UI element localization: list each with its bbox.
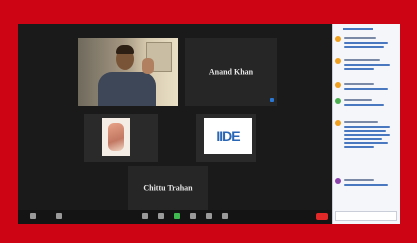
avatar <box>335 58 341 64</box>
logo-card: IIDE <box>204 118 252 154</box>
message-text <box>344 68 374 70</box>
avatar <box>335 178 341 184</box>
message-sender <box>344 99 372 101</box>
chat-header <box>335 27 397 33</box>
participant-name: Chittu Trahan <box>143 183 193 193</box>
message-text <box>344 130 386 132</box>
message-text <box>344 142 388 144</box>
avatar <box>335 120 341 126</box>
chat-panel <box>332 24 400 224</box>
chat-message <box>335 120 397 154</box>
message-text <box>344 126 390 128</box>
message-sender <box>344 121 378 123</box>
participant-tile-chittu[interactable]: Chittu Trahan <box>128 166 208 210</box>
message-text <box>344 138 382 140</box>
person-hair <box>116 45 134 54</box>
participant-photo-tile[interactable] <box>84 114 158 162</box>
message-sender <box>344 83 374 85</box>
gallery-view: Anand Khan IIDE Chittu Trahan <box>18 24 332 224</box>
participant-name: Anand Khan <box>208 67 254 77</box>
red-frame: Anand Khan IIDE Chittu Trahan <box>0 0 417 243</box>
meeting-toolbar <box>18 210 332 224</box>
message-text <box>344 146 374 148</box>
reactions-icon[interactable] <box>206 213 212 219</box>
message-text <box>344 104 384 106</box>
profile-photo <box>102 118 130 156</box>
message-text <box>344 46 384 48</box>
participant-tile-anand[interactable]: Anand Khan <box>185 38 277 106</box>
chat-message <box>335 36 397 52</box>
message-text <box>344 64 390 66</box>
mic-icon[interactable] <box>30 213 36 219</box>
avatar <box>335 36 341 42</box>
more-icon[interactable] <box>222 213 228 219</box>
chat-message <box>335 178 397 192</box>
chat-message <box>335 98 397 112</box>
message-sender <box>344 37 376 39</box>
message-text <box>344 134 390 136</box>
avatar <box>335 98 341 104</box>
message-text <box>344 88 388 90</box>
zoom-meeting-window: Anand Khan IIDE Chittu Trahan <box>18 24 400 224</box>
share-icon[interactable] <box>174 213 180 219</box>
participant-logo-tile[interactable]: IIDE <box>196 114 256 162</box>
message-sender <box>344 179 374 181</box>
chat-message <box>335 58 397 74</box>
message-sender <box>344 59 380 61</box>
photo-figure <box>108 123 124 151</box>
chat-header-bar <box>343 28 373 30</box>
person-body <box>98 72 156 106</box>
person-hand <box>142 58 154 74</box>
message-text <box>344 42 388 44</box>
participants-icon[interactable] <box>142 213 148 219</box>
avatar <box>335 82 341 88</box>
record-icon[interactable] <box>190 213 196 219</box>
leave-icon[interactable] <box>316 213 328 220</box>
chat-icon[interactable] <box>158 213 164 219</box>
iide-logo: IIDE <box>216 128 240 144</box>
video-icon[interactable] <box>56 213 62 219</box>
message-text <box>344 184 388 186</box>
participant-video-tile[interactable] <box>78 38 178 106</box>
page-indicator-icon[interactable] <box>270 98 274 102</box>
chat-input[interactable] <box>335 211 397 221</box>
